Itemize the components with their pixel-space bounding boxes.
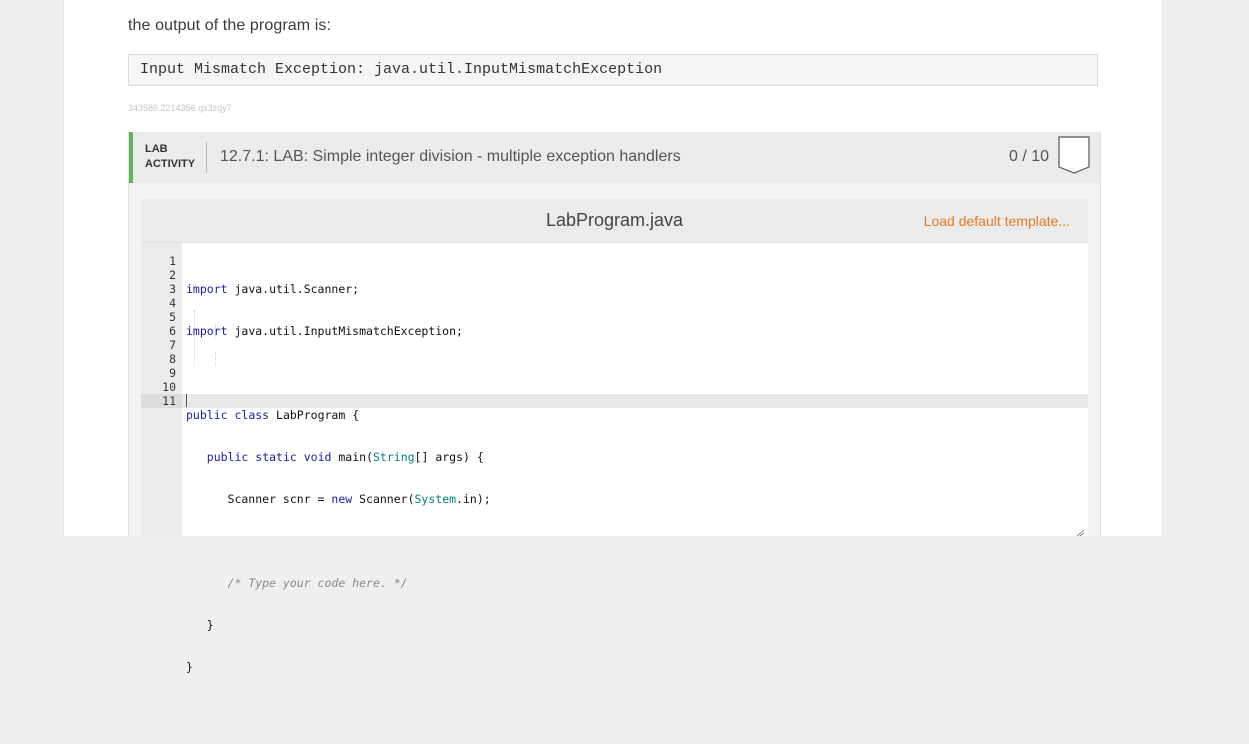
line-number: 2 xyxy=(169,268,176,282)
line-number: 1 xyxy=(169,254,176,268)
code-editor[interactable]: 1 2 3 4 5 6 7 8 9 10 11 import java.util… xyxy=(141,242,1088,674)
line-number: 7 xyxy=(169,338,176,352)
code-line: Scanner scnr = new Scanner(System.in); xyxy=(186,492,491,506)
line-number: 3 xyxy=(169,282,176,296)
code-line: } xyxy=(186,660,193,674)
score-badge-icon xyxy=(1058,136,1090,174)
load-default-template-link[interactable]: Load default template... xyxy=(924,213,1070,229)
text-cursor xyxy=(186,394,187,407)
expected-output-box: Input Mismatch Exception: java.util.Inpu… xyxy=(128,54,1098,86)
lab-tag-line1: LAB xyxy=(145,143,168,155)
code-line: import java.util.Scanner; xyxy=(186,282,360,296)
lab-tag-line2: ACTIVITY xyxy=(145,158,196,170)
lab-title: 12.7.1: LAB: Simple integer division - m… xyxy=(220,148,681,165)
lab-header-divider xyxy=(206,142,207,173)
resize-grip-icon[interactable] xyxy=(1076,530,1084,536)
line-number: 11 xyxy=(162,394,176,408)
code-editor-panel: LabProgram.java Load default template...… xyxy=(141,199,1088,674)
code-line: public class LabProgram { xyxy=(186,408,360,422)
content-id: 343586.2214356.qx3zqy7 xyxy=(128,103,232,113)
line-number: 8 xyxy=(169,352,176,366)
line-number: 10 xyxy=(162,380,176,394)
line-number: 4 xyxy=(169,296,176,310)
editor-header: LabProgram.java Load default template... xyxy=(141,199,1088,242)
code-line: public static void main(String[] args) { xyxy=(206,450,484,464)
lab-activity-tag: LAB ACTIVITY xyxy=(145,142,195,172)
line-numbers: 1 2 3 4 5 6 7 8 9 10 11 xyxy=(141,254,176,408)
line-number: 9 xyxy=(169,366,176,380)
lab-activity-panel: LAB ACTIVITY 12.7.1: LAB: Simple integer… xyxy=(128,132,1101,674)
line-number: 5 xyxy=(169,310,176,324)
lab-activity-header: LAB ACTIVITY 12.7.1: LAB: Simple integer… xyxy=(129,132,1100,183)
code-line: } xyxy=(186,618,214,632)
lab-score: 0 / 10 xyxy=(1008,148,1049,165)
line-number: 6 xyxy=(169,324,176,338)
code-line: import java.util.InputMismatchException; xyxy=(186,324,463,338)
page-container: the output of the program is: Input Mism… xyxy=(63,0,1163,674)
code-lines: import java.util.Scanner; import java.ut… xyxy=(186,254,491,744)
code-line: /* Type your code here. */ xyxy=(227,576,408,590)
intro-text: the output of the program is: xyxy=(128,17,332,34)
